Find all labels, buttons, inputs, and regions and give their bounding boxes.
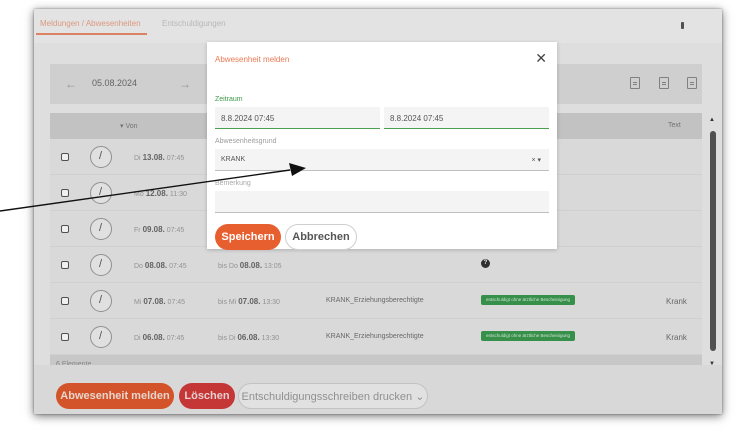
stage: Meldungen / Abwesenheiten Entschuldigung… [0,0,744,439]
annotation-arrow [0,163,306,212]
arrow-head [289,163,306,176]
arrow-line [0,169,291,212]
